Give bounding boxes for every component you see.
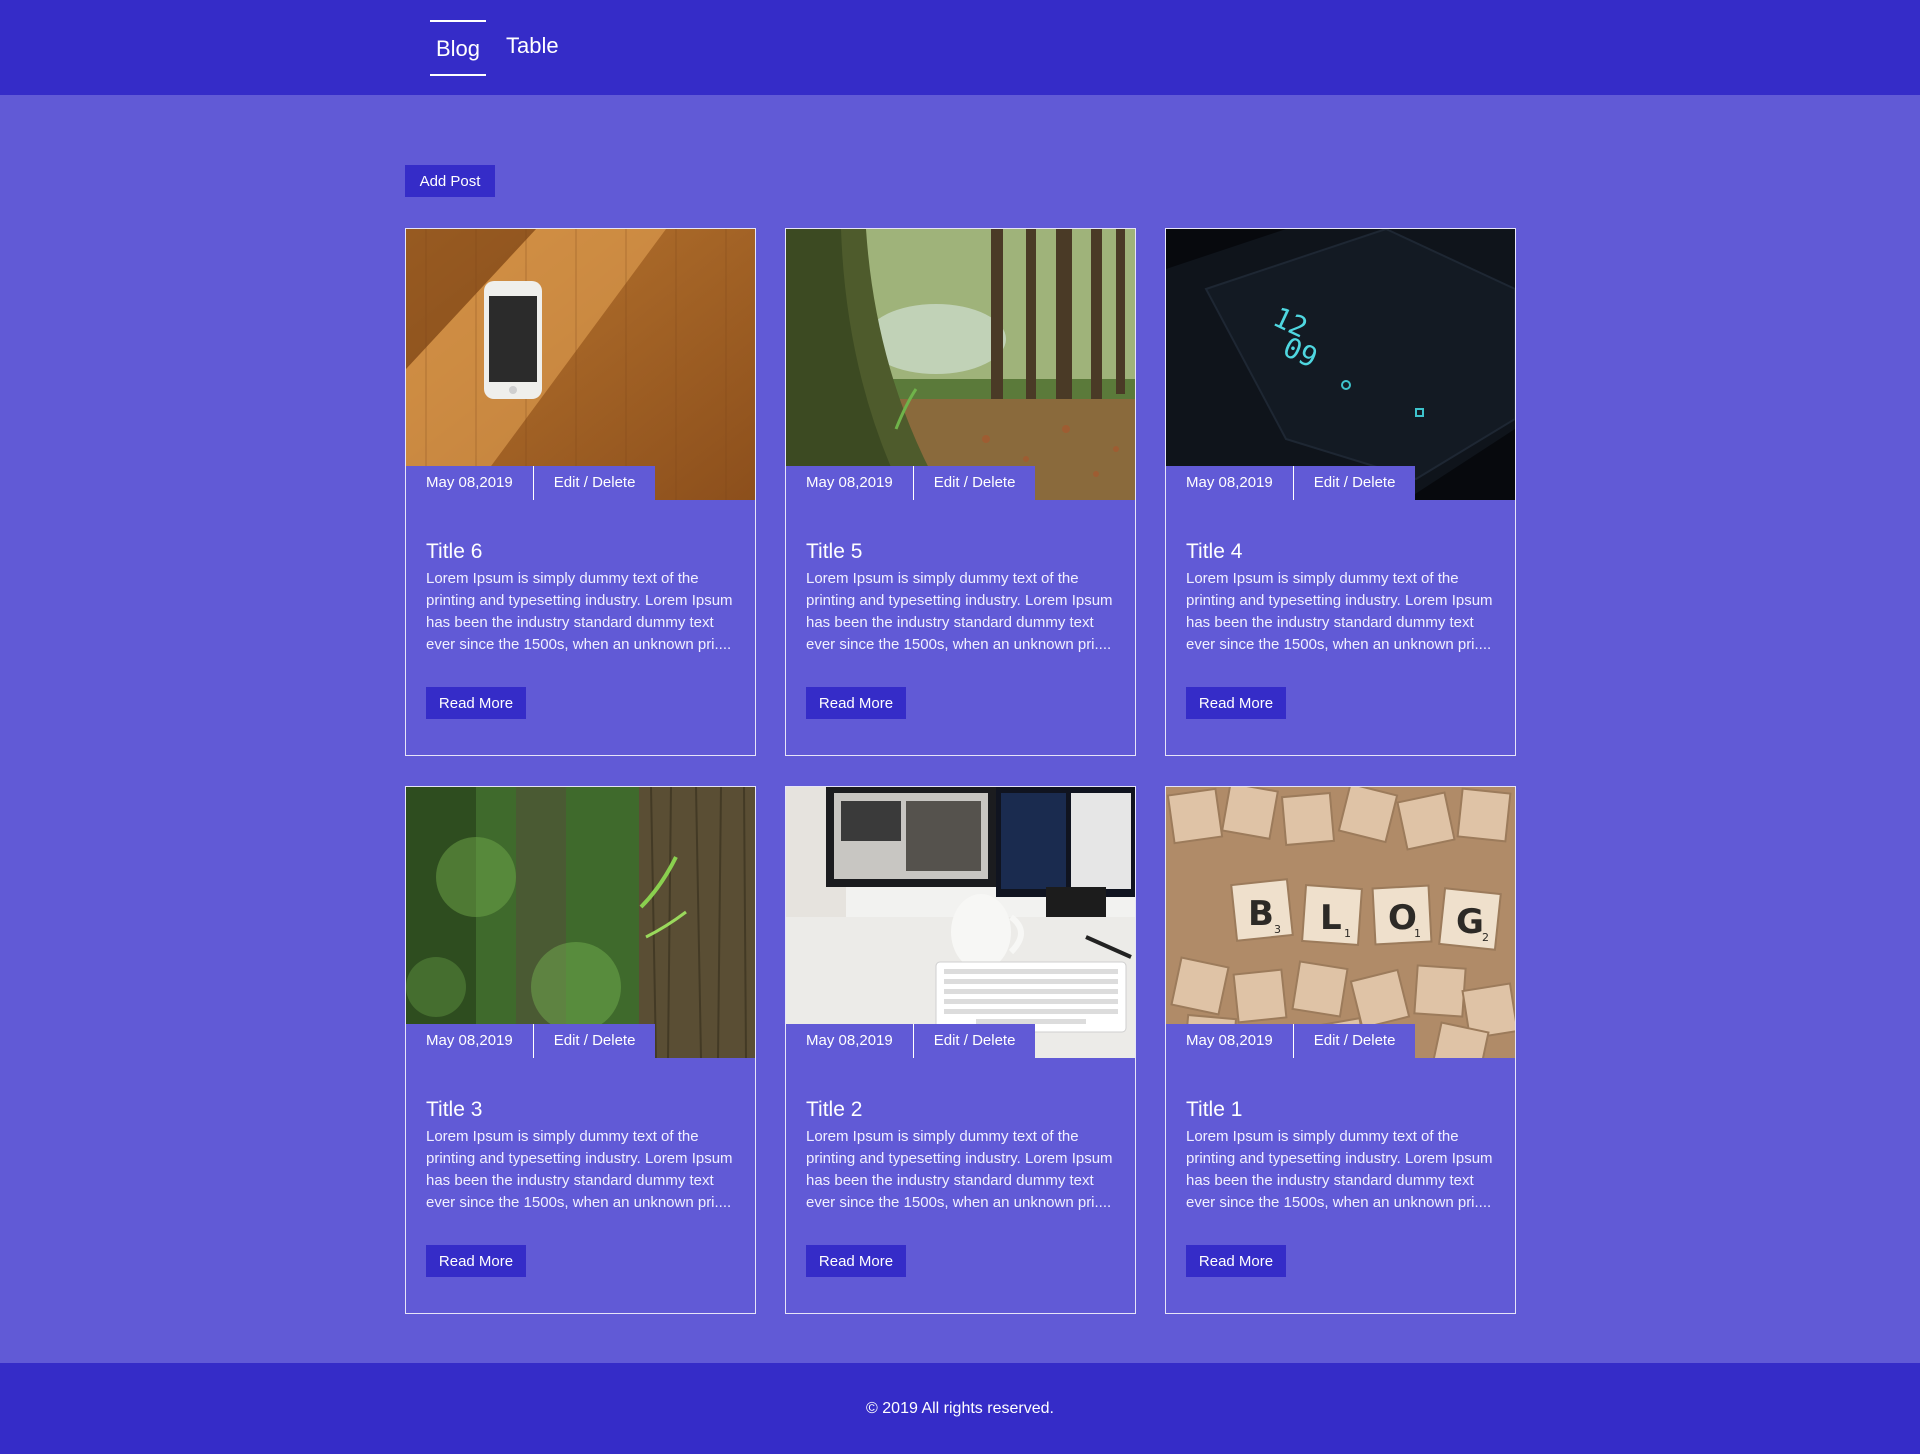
post-card: May 08,2019 Edit / Delete Title 6 Lorem … — [405, 228, 756, 756]
read-more-button[interactable]: Read More — [806, 687, 906, 719]
tile-score: 3 — [1274, 923, 1281, 936]
top-navbar: Blog Table — [0, 0, 1920, 95]
post-meta: May 08,2019 Edit / Delete — [1166, 466, 1416, 500]
scrabble-tiles-image: B L O G 3 1 1 2 — [1166, 787, 1515, 1058]
nav-item-table[interactable]: Table — [500, 20, 565, 76]
nav-item-blog[interactable]: Blog — [430, 20, 487, 76]
phone-on-desk-image — [406, 229, 755, 500]
post-image-tree-bark[interactable] — [406, 787, 755, 1058]
main-nav: Blog Table — [430, 20, 579, 76]
post-meta: May 08,2019 Edit / Delete — [1166, 1024, 1416, 1058]
post-image-desk[interactable] — [786, 787, 1135, 1058]
post-image-scrabble-blog[interactable]: B L O G 3 1 1 2 — [1166, 787, 1515, 1058]
post-excerpt: Lorem Ipsum is simply dummy text of the … — [1186, 1128, 1493, 1211]
post-card: May 08,2019 Edit / Delete Title 2 Lorem … — [785, 786, 1136, 1314]
page-footer: © 2019 All rights reserved. — [0, 1363, 1920, 1454]
post-excerpt: Lorem Ipsum is simply dummy text of the … — [426, 570, 733, 653]
post-title: Title 5 — [806, 540, 863, 563]
edit-delete-link[interactable]: Edit / Delete — [534, 466, 656, 500]
post-image-phone-on-desk[interactable] — [406, 229, 755, 500]
post-title: Title 2 — [806, 1098, 863, 1121]
post-date: May 08,2019 — [786, 1024, 914, 1058]
post-excerpt: Lorem Ipsum is simply dummy text of the … — [806, 1128, 1113, 1211]
read-more-button[interactable]: Read More — [426, 687, 526, 719]
tile-letter: B — [1248, 894, 1274, 934]
post-image-dark-phone[interactable]: 12 09 — [1166, 229, 1515, 500]
copyright-text: © 2019 All rights reserved. — [866, 1399, 1054, 1417]
post-title: Title 6 — [426, 540, 483, 563]
post-meta: May 08,2019 Edit / Delete — [406, 1024, 656, 1058]
post-date: May 08,2019 — [406, 466, 534, 500]
post-date: May 08,2019 — [786, 466, 914, 500]
read-more-button[interactable]: Read More — [806, 1245, 906, 1277]
read-more-button[interactable]: Read More — [426, 1245, 526, 1277]
forest-tree-image — [786, 229, 1135, 500]
post-title: Title 4 — [1186, 540, 1243, 563]
read-more-button[interactable]: Read More — [1186, 1245, 1286, 1277]
post-excerpt: Lorem Ipsum is simply dummy text of the … — [1186, 570, 1493, 653]
tile-score: 1 — [1414, 927, 1421, 940]
post-meta: May 08,2019 Edit / Delete — [786, 466, 1036, 500]
dark-phone-clock-image: 12 09 — [1166, 229, 1515, 500]
post-meta: May 08,2019 Edit / Delete — [786, 1024, 1036, 1058]
add-post-button[interactable]: Add Post — [405, 165, 495, 197]
post-card: B L O G 3 1 1 2 May 08,2019 Edit / Delet… — [1165, 786, 1516, 1314]
post-title: Title 3 — [426, 1098, 483, 1121]
edit-delete-link[interactable]: Edit / Delete — [914, 1024, 1036, 1058]
post-date: May 08,2019 — [1166, 1024, 1294, 1058]
edit-delete-link[interactable]: Edit / Delete — [1294, 466, 1416, 500]
post-excerpt: Lorem Ipsum is simply dummy text of the … — [426, 1128, 733, 1211]
post-meta: May 08,2019 Edit / Delete — [406, 466, 656, 500]
edit-delete-link[interactable]: Edit / Delete — [534, 1024, 656, 1058]
tree-bark-image — [406, 787, 755, 1058]
tile-letter: O — [1388, 898, 1417, 938]
post-excerpt: Lorem Ipsum is simply dummy text of the … — [806, 570, 1113, 653]
tile-letter: L — [1320, 898, 1342, 938]
edit-delete-link[interactable]: Edit / Delete — [1294, 1024, 1416, 1058]
post-image-forest[interactable] — [786, 229, 1135, 500]
edit-delete-link[interactable]: Edit / Delete — [914, 466, 1036, 500]
post-title: Title 1 — [1186, 1098, 1243, 1121]
post-card: 12 09 May 08,2019 Edit / Delete Title 4 … — [1165, 228, 1516, 756]
desk-workspace-image — [786, 787, 1135, 1058]
post-date: May 08,2019 — [406, 1024, 534, 1058]
post-date: May 08,2019 — [1166, 466, 1294, 500]
read-more-button[interactable]: Read More — [1186, 687, 1286, 719]
tile-score: 1 — [1344, 927, 1351, 940]
tile-letter: G — [1456, 902, 1484, 942]
post-card: May 08,2019 Edit / Delete Title 5 Lorem … — [785, 228, 1136, 756]
post-card: May 08,2019 Edit / Delete Title 3 Lorem … — [405, 786, 756, 1314]
tile-score: 2 — [1482, 931, 1489, 944]
